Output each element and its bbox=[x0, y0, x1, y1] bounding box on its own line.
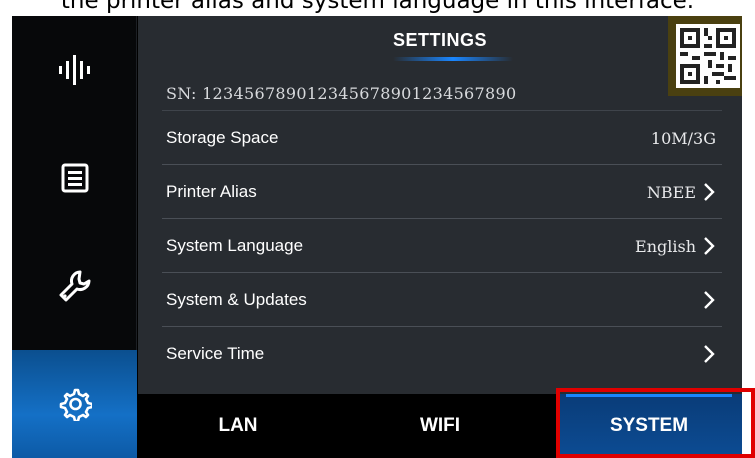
sidebar-item-tools[interactable] bbox=[12, 232, 137, 340]
bottom-tab-bar: LAN WIFI SYSTEM bbox=[138, 394, 742, 458]
row-label: System & Updates bbox=[166, 290, 307, 309]
qr-code bbox=[668, 16, 742, 96]
audio-wave-icon bbox=[57, 55, 93, 85]
storage-value: 10M/3G bbox=[650, 128, 716, 148]
row-system-language[interactable]: System Language English bbox=[162, 219, 722, 273]
serial-number: SN: 123456789012345678901234567890 bbox=[166, 84, 517, 103]
system-language-value: English bbox=[635, 236, 696, 256]
sidebar bbox=[12, 16, 137, 458]
chevron-right-icon bbox=[704, 345, 715, 363]
chevron-right-icon bbox=[704, 291, 715, 309]
settings-gear-icon bbox=[58, 387, 92, 421]
sidebar-item-settings[interactable] bbox=[12, 350, 137, 458]
tab-lan[interactable]: LAN bbox=[138, 394, 338, 458]
sidebar-item-status[interactable] bbox=[12, 16, 137, 124]
row-label: System Language bbox=[166, 236, 304, 255]
row-printer-alias[interactable]: Printer Alias NBEE bbox=[162, 165, 722, 219]
tab-system[interactable]: SYSTEM bbox=[556, 394, 742, 458]
printer-alias-value: NBEE bbox=[646, 182, 696, 202]
row-storage-space: Storage Space 10M/3G bbox=[162, 111, 722, 165]
wrench-icon bbox=[58, 269, 92, 303]
instruction-caption: the printer alias and system language in… bbox=[60, 0, 695, 14]
row-label: Printer Alias bbox=[166, 182, 257, 201]
row-service-time[interactable]: Service Time bbox=[162, 327, 722, 381]
row-system-updates[interactable]: System & Updates bbox=[162, 273, 722, 327]
chevron-right-icon bbox=[704, 183, 715, 201]
settings-panel: SETTINGS SN: 123456789012345678901234567… bbox=[138, 16, 742, 394]
sidebar-item-files[interactable] bbox=[12, 124, 137, 232]
chevron-right-icon bbox=[704, 237, 715, 255]
title-underline bbox=[393, 57, 513, 61]
tab-wifi[interactable]: WIFI bbox=[338, 394, 542, 458]
row-label: Service Time bbox=[166, 344, 265, 363]
printer-screen: SETTINGS SN: 123456789012345678901234567… bbox=[12, 16, 742, 458]
document-list-icon bbox=[60, 163, 90, 193]
row-label: Storage Space bbox=[166, 128, 279, 147]
page-title: SETTINGS bbox=[392, 30, 487, 50]
